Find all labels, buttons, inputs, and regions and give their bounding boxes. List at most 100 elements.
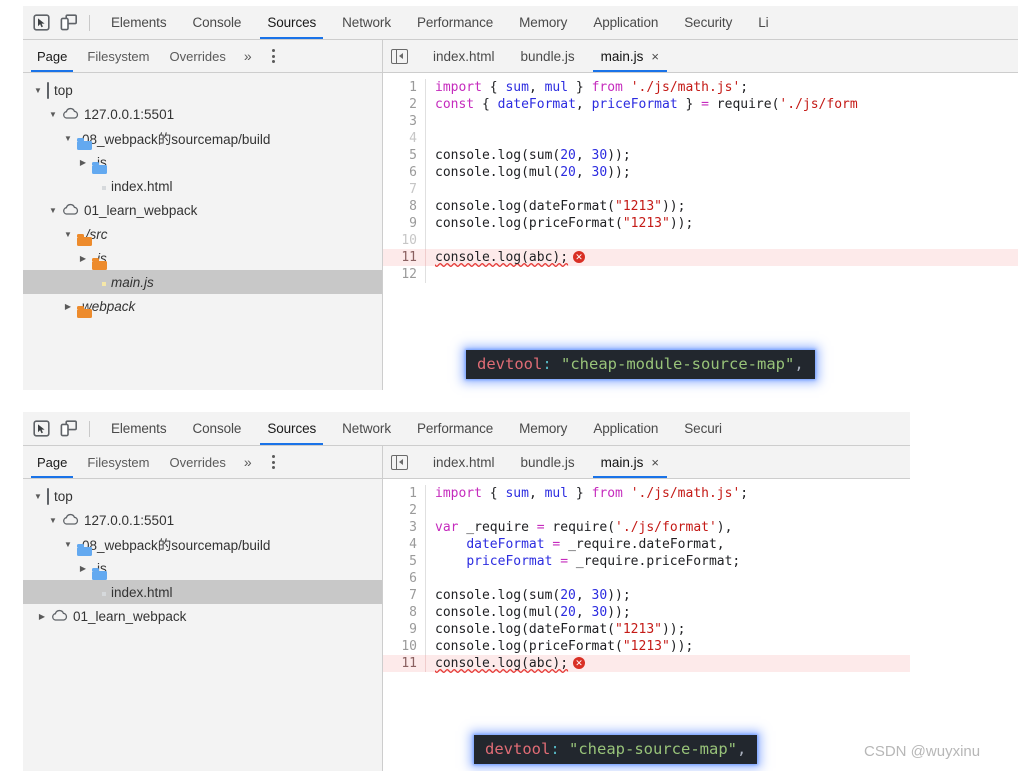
subtab-page[interactable]: Page bbox=[27, 446, 77, 478]
close-icon[interactable]: × bbox=[651, 455, 659, 470]
error-badge-icon[interactable]: ✕ bbox=[573, 657, 586, 669]
subtab-page[interactable]: Page bbox=[27, 40, 77, 72]
tree-item-js-folder[interactable]: js bbox=[23, 150, 382, 174]
tab-lighthouse-truncated[interactable]: Li bbox=[745, 6, 781, 39]
subtab-filesystem[interactable]: Filesystem bbox=[77, 40, 159, 72]
chevron-down-icon[interactable] bbox=[61, 134, 75, 143]
tree-item-src-folder[interactable]: ./src bbox=[23, 222, 382, 246]
file-tab-main-js[interactable]: main.js × bbox=[588, 40, 672, 72]
subtab-filesystem[interactable]: Filesystem bbox=[77, 446, 159, 478]
error-badge-icon[interactable]: ✕ bbox=[573, 251, 586, 263]
chevron-down-icon[interactable] bbox=[46, 110, 60, 119]
subtab-overrides[interactable]: Overrides bbox=[160, 446, 236, 478]
chevron-right-icon[interactable] bbox=[76, 254, 90, 263]
tab-elements[interactable]: Elements bbox=[98, 6, 179, 39]
tab-security-truncated[interactable]: Securi bbox=[671, 412, 735, 445]
tree-item-src-js-folder[interactable]: js bbox=[23, 246, 382, 270]
code-text[interactable]: console.log(dateFormat("1213")); bbox=[425, 621, 910, 638]
collapse-navigator-icon[interactable] bbox=[391, 48, 408, 64]
collapse-navigator-icon[interactable] bbox=[391, 454, 408, 470]
line-number[interactable]: 4 bbox=[383, 130, 425, 147]
tree-item-learn-webpack[interactable]: 01_learn_webpack bbox=[23, 198, 382, 222]
chevron-down-icon[interactable] bbox=[31, 492, 45, 501]
tab-application[interactable]: Application bbox=[580, 6, 671, 39]
code-text[interactable] bbox=[425, 502, 910, 519]
line-number[interactable]: 11 bbox=[383, 655, 425, 672]
code-text[interactable] bbox=[425, 232, 1018, 249]
more-tabs-chevron-icon[interactable]: » bbox=[236, 48, 260, 64]
code-text[interactable]: console.log(sum(20, 30)); bbox=[425, 587, 910, 604]
code-text[interactable]: console.log(mul(20, 30)); bbox=[425, 164, 1018, 181]
code-text[interactable]: console.log(priceFormat("1213")); bbox=[425, 638, 910, 655]
device-toolbar-icon[interactable] bbox=[55, 10, 83, 36]
device-toolbar-icon[interactable] bbox=[55, 416, 83, 442]
line-number[interactable]: 1 bbox=[383, 485, 425, 502]
code-text[interactable]: console.log(abc); ✕ bbox=[425, 249, 1018, 266]
chevron-right-icon[interactable] bbox=[76, 158, 90, 167]
file-tab-main-js[interactable]: main.js × bbox=[588, 446, 672, 478]
tab-memory[interactable]: Memory bbox=[506, 412, 580, 445]
line-number[interactable]: 12 bbox=[383, 266, 425, 283]
code-text[interactable] bbox=[425, 266, 1018, 283]
file-tab-index-html[interactable]: index.html bbox=[420, 446, 508, 478]
tree-item-origin[interactable]: 127.0.0.1:5501 bbox=[23, 102, 382, 126]
code-text[interactable]: console.log(sum(20, 30)); bbox=[425, 147, 1018, 164]
line-number[interactable]: 2 bbox=[383, 502, 425, 519]
file-tab-bundle-js[interactable]: bundle.js bbox=[508, 40, 588, 72]
inspect-element-icon[interactable] bbox=[27, 10, 55, 36]
tab-memory[interactable]: Memory bbox=[506, 6, 580, 39]
line-number[interactable]: 4 bbox=[383, 536, 425, 553]
kebab-menu-icon[interactable] bbox=[260, 49, 287, 63]
close-icon[interactable]: × bbox=[651, 49, 659, 64]
code-text[interactable]: const { dateFormat, priceFormat } = requ… bbox=[425, 96, 1018, 113]
kebab-menu-icon[interactable] bbox=[260, 455, 287, 469]
file-tab-bundle-js[interactable]: bundle.js bbox=[508, 446, 588, 478]
code-text[interactable]: var _require = require('./js/format'), bbox=[425, 519, 910, 536]
tree-item-top[interactable]: top bbox=[23, 484, 382, 508]
chevron-down-icon[interactable] bbox=[46, 206, 60, 215]
tab-sources[interactable]: Sources bbox=[254, 412, 329, 445]
tree-item-build-folder[interactable]: 08_webpack的sourcemap/build bbox=[23, 532, 382, 556]
chevron-right-icon[interactable] bbox=[76, 564, 90, 573]
code-text[interactable]: console.log(priceFormat("1213")); bbox=[425, 215, 1018, 232]
line-number[interactable]: 5 bbox=[383, 147, 425, 164]
tree-item-index-html[interactable]: index.html bbox=[23, 580, 382, 604]
inspect-element-icon[interactable] bbox=[27, 416, 55, 442]
chevron-right-icon[interactable] bbox=[35, 612, 49, 621]
tab-security[interactable]: Security bbox=[671, 6, 745, 39]
tree-item-index-html[interactable]: index.html bbox=[23, 174, 382, 198]
line-number[interactable]: 10 bbox=[383, 232, 425, 249]
tree-item-origin[interactable]: 127.0.0.1:5501 bbox=[23, 508, 382, 532]
code-text[interactable]: priceFormat = _require.priceFormat; bbox=[425, 553, 910, 570]
line-number[interactable]: 7 bbox=[383, 181, 425, 198]
tree-item-js-folder[interactable]: js bbox=[23, 556, 382, 580]
line-number[interactable]: 3 bbox=[383, 519, 425, 536]
file-tab-index-html[interactable]: index.html bbox=[420, 40, 508, 72]
code-text[interactable]: dateFormat = _require.dateFormat, bbox=[425, 536, 910, 553]
line-number[interactable]: 11 bbox=[383, 249, 425, 266]
code-text[interactable]: console.log(dateFormat("1213")); bbox=[425, 198, 1018, 215]
tab-console[interactable]: Console bbox=[179, 412, 254, 445]
line-number[interactable]: 6 bbox=[383, 164, 425, 181]
subtab-overrides[interactable]: Overrides bbox=[160, 40, 236, 72]
code-text[interactable]: console.log(mul(20, 30)); bbox=[425, 604, 910, 621]
line-number[interactable]: 10 bbox=[383, 638, 425, 655]
chevron-right-icon[interactable] bbox=[61, 302, 75, 311]
tab-performance[interactable]: Performance bbox=[404, 412, 506, 445]
tree-item-learn-webpack[interactable]: 01_learn_webpack bbox=[23, 604, 382, 628]
tab-network[interactable]: Network bbox=[329, 412, 404, 445]
tab-sources[interactable]: Sources bbox=[254, 6, 329, 39]
tab-elements[interactable]: Elements bbox=[98, 412, 179, 445]
code-text[interactable]: import { sum, mul } from './js/math.js'; bbox=[425, 485, 910, 502]
tree-item-top[interactable]: top bbox=[23, 78, 382, 102]
code-text[interactable] bbox=[425, 181, 1018, 198]
code-text[interactable] bbox=[425, 570, 910, 587]
chevron-down-icon[interactable] bbox=[46, 516, 60, 525]
tree-item-build-folder[interactable]: 08_webpack的sourcemap/build bbox=[23, 126, 382, 150]
tab-console[interactable]: Console bbox=[179, 6, 254, 39]
chevron-down-icon[interactable] bbox=[61, 540, 75, 549]
chevron-down-icon[interactable] bbox=[31, 86, 45, 95]
code-text[interactable] bbox=[425, 130, 1018, 147]
line-number[interactable]: 8 bbox=[383, 198, 425, 215]
code-text[interactable]: import { sum, mul } from './js/math.js'; bbox=[425, 79, 1018, 96]
